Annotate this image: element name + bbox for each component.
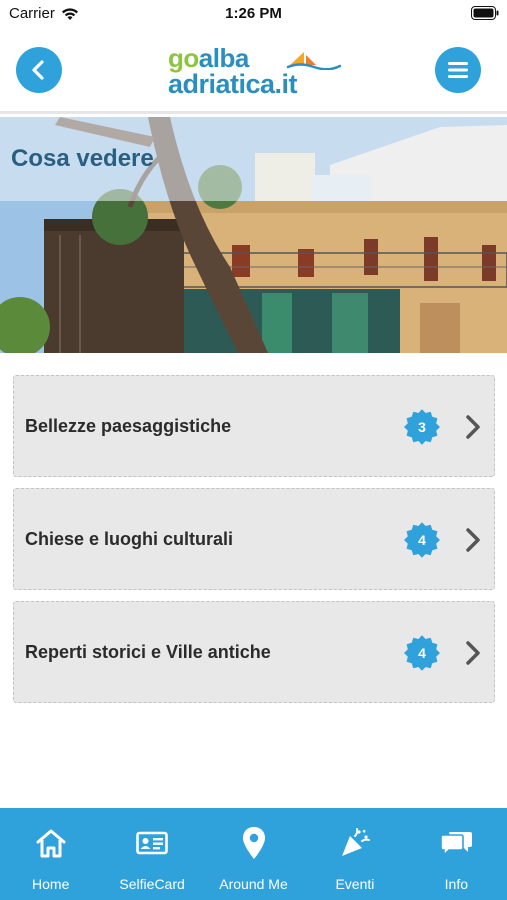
count-value: 4	[418, 532, 426, 548]
tab-selfiecard[interactable]: SelfieCard	[101, 808, 202, 900]
status-bar: Carrier 1:26 PM	[0, 0, 507, 30]
home-icon	[32, 826, 70, 860]
category-label: Bellezze paesaggistiche	[25, 416, 232, 436]
back-button[interactable]	[16, 47, 62, 93]
menu-button[interactable]	[435, 47, 481, 93]
count-value: 3	[418, 419, 426, 435]
tab-home[interactable]: Home	[0, 808, 101, 900]
count-value: 4	[418, 645, 426, 661]
category-item-reperti[interactable]: Reperti storici e Ville antiche 4	[13, 601, 495, 703]
category-label: Chiese e luoghi culturali	[25, 529, 234, 549]
status-time: 1:26 PM	[225, 5, 282, 22]
chevron-right-icon	[466, 641, 480, 665]
category-list: Bellezze paesaggistiche 3 Chiese e luogh…	[13, 375, 495, 714]
tab-label: Around Me	[219, 876, 288, 892]
hamburger-menu-icon	[448, 62, 468, 78]
tab-label: SelfieCard	[119, 876, 185, 892]
app-header: goalba adriatica.it	[0, 30, 507, 114]
tab-label: Eventi	[335, 876, 375, 892]
count-badge: 4	[400, 518, 444, 562]
count-badge: 3	[400, 405, 444, 449]
logo-domain-text: adriatica.it	[168, 69, 298, 99]
hero-banner: Cosa vedere	[0, 117, 507, 353]
tab-label: Info	[444, 876, 468, 892]
tab-label: Home	[32, 876, 70, 892]
tab-info[interactable]: Info	[406, 808, 507, 900]
id-card-icon	[133, 826, 171, 860]
tab-around-me[interactable]: Around Me	[203, 808, 304, 900]
chevron-right-icon	[466, 528, 480, 552]
chat-bubbles-icon	[437, 826, 475, 860]
tab-eventi[interactable]: Eventi	[304, 808, 405, 900]
page-title: Cosa vedere	[11, 145, 154, 172]
category-item-bellezze[interactable]: Bellezze paesaggistiche 3	[13, 375, 495, 477]
app-logo[interactable]: goalba adriatica.it	[168, 44, 343, 100]
category-item-chiese[interactable]: Chiese e luoghi culturali 4	[13, 488, 495, 590]
party-popper-icon	[336, 826, 374, 860]
chevron-left-icon	[32, 60, 44, 80]
count-badge: 4	[400, 631, 444, 675]
bottom-tab-bar: Home SelfieCard Around Me Eventi Info	[0, 808, 507, 900]
chevron-right-icon	[466, 415, 480, 439]
category-label: Reperti storici e Ville antiche	[25, 642, 271, 662]
location-pin-icon	[235, 826, 273, 860]
battery-icon	[471, 6, 499, 20]
logo-sail-icon	[286, 52, 342, 70]
